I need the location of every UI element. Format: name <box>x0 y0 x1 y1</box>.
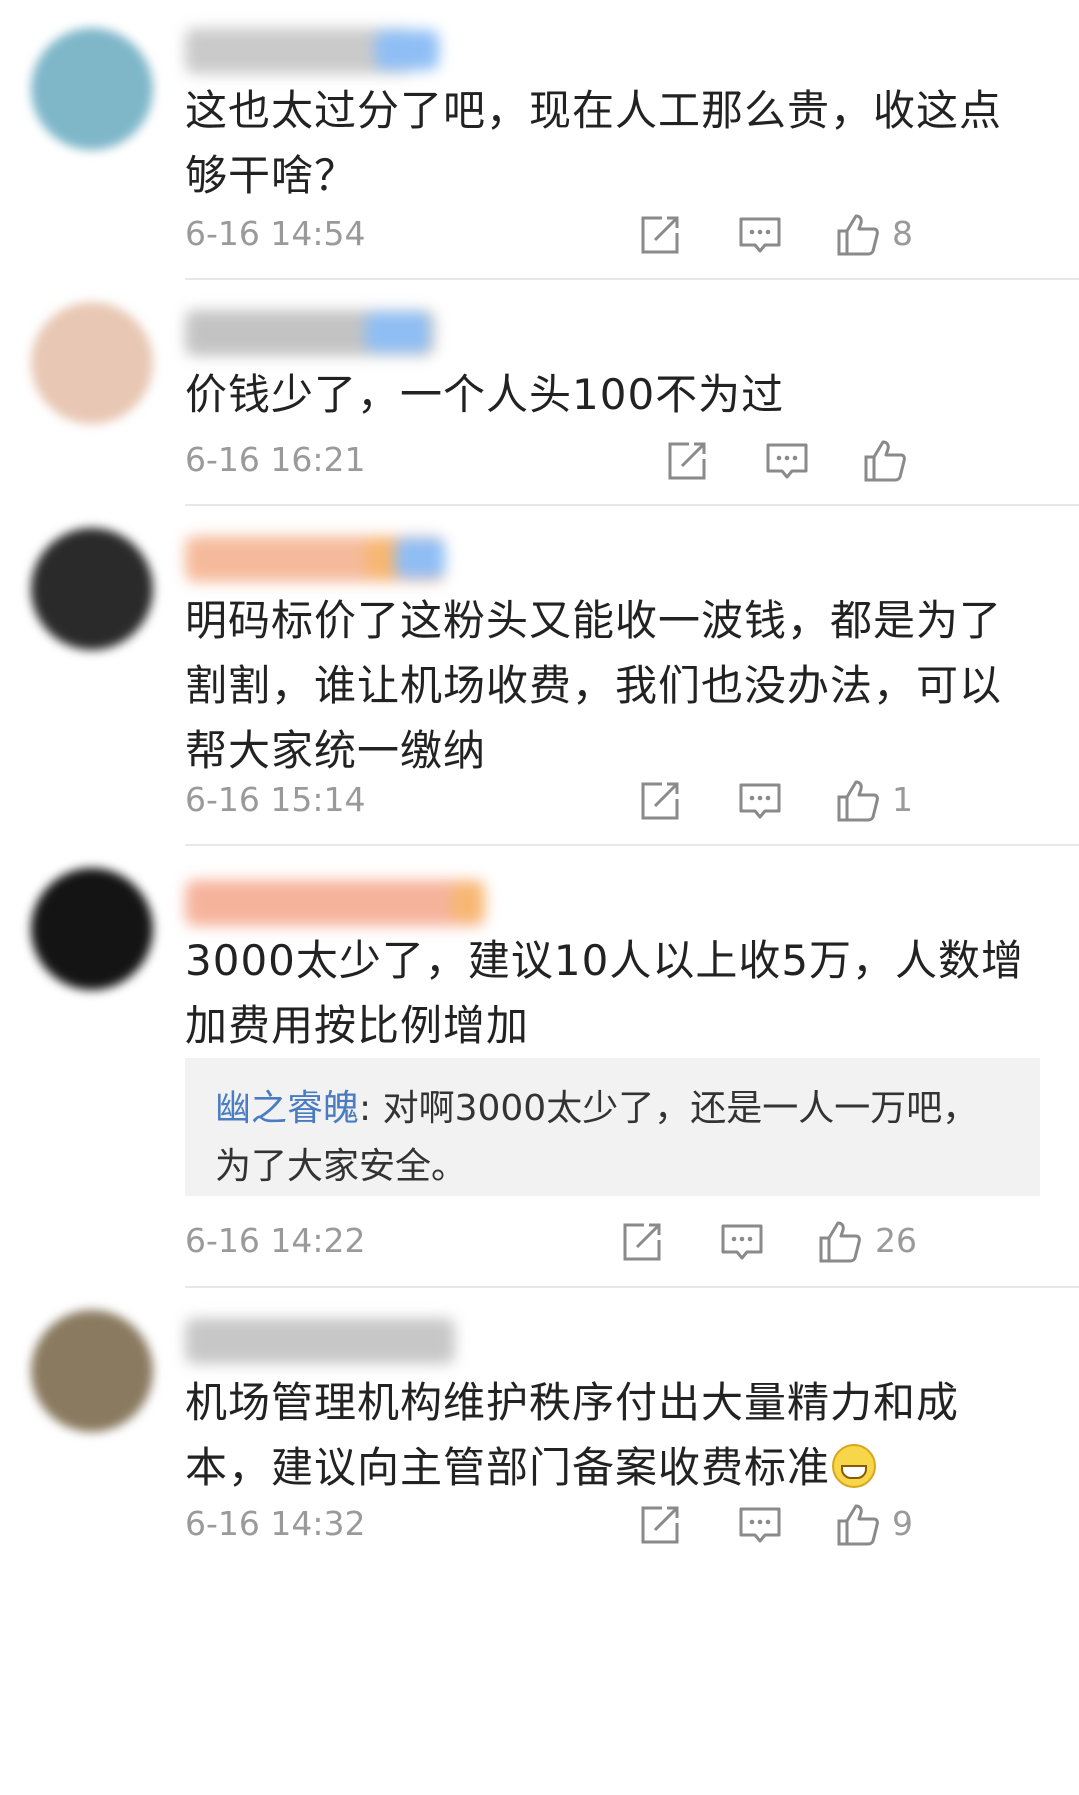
comment-actions: 6-16 16:21 <box>185 432 1040 492</box>
comment-time: 6-16 14:22 <box>185 1221 366 1260</box>
username-blurred[interactable] <box>185 536 445 582</box>
comment-time: 6-16 16:21 <box>185 440 366 479</box>
comment-icon[interactable] <box>717 1217 767 1267</box>
like-count: 1 <box>892 780 913 819</box>
comment-text: 机场管理机构维护秩序付出大量精力和成本，建议向主管部门备案收费标准 <box>185 1370 1040 1500</box>
divider <box>185 844 1079 846</box>
divider <box>185 278 1079 280</box>
username-blurred[interactable] <box>185 310 435 356</box>
username-blurred[interactable] <box>185 1318 455 1364</box>
divider <box>185 1286 1079 1288</box>
divider <box>185 504 1079 506</box>
comment-actions: 6-16 14:32 9 <box>185 1496 1040 1556</box>
reply-author[interactable]: 幽之睿魄 <box>215 1088 359 1129</box>
share-icon[interactable] <box>635 1500 685 1550</box>
comment-actions: 6-16 14:54 8 <box>185 206 1040 266</box>
comment-time: 6-16 14:32 <box>185 1504 366 1543</box>
avatar[interactable] <box>31 868 153 990</box>
vip-badge-icon <box>375 30 439 70</box>
thumbs-up-icon[interactable] <box>833 776 883 826</box>
badge-icon <box>365 538 399 578</box>
comment-text: 价钱少了，一个人头100不为过 <box>185 370 785 419</box>
comment-text: 3000太少了，建议10人以上收5万，人数增加费用按比例增加 <box>185 936 1025 1050</box>
comment-icon[interactable] <box>735 776 785 826</box>
avatar[interactable] <box>31 1310 153 1432</box>
avatar[interactable] <box>31 528 153 650</box>
username-blurred[interactable] <box>185 28 439 74</box>
like-count: 9 <box>892 1504 913 1543</box>
thumbs-up-icon[interactable] <box>833 210 883 260</box>
vip-badge-icon <box>395 538 445 578</box>
thumbs-up-icon[interactable] <box>833 1500 883 1550</box>
badge-icon <box>451 882 485 922</box>
comment-time: 6-16 14:54 <box>185 214 366 253</box>
comment-time: 6-16 15:14 <box>185 780 366 819</box>
vip-badge-icon <box>365 312 429 352</box>
share-icon[interactable] <box>635 210 685 260</box>
username-blurred[interactable] <box>185 880 485 926</box>
comment-icon[interactable] <box>762 436 812 486</box>
share-icon[interactable] <box>662 436 712 486</box>
comment-text: 这也太过分了吧，现在人工那么贵，收这点够干啥？ <box>185 86 1003 200</box>
grin-emoji-icon <box>832 1444 877 1488</box>
avatar[interactable] <box>31 28 153 150</box>
like-count: 26 <box>875 1221 917 1260</box>
comment-icon[interactable] <box>735 1500 785 1550</box>
share-icon[interactable] <box>635 776 685 826</box>
reply-preview[interactable]: 幽之睿魄: 对啊3000太少了，还是一人一万吧，为了大家安全。 <box>185 1058 1040 1196</box>
avatar[interactable] <box>31 302 153 424</box>
comment-text: 明码标价了这粉头又能收一波钱，都是为了割割，谁让机场收费，我们也没办法，可以帮大… <box>185 596 1003 775</box>
comment-actions: 6-16 15:14 1 <box>185 772 1040 832</box>
comment-actions: 6-16 14:22 26 <box>185 1213 1040 1273</box>
thumbs-up-icon[interactable] <box>815 1217 865 1267</box>
like-count: 8 <box>892 214 913 253</box>
share-icon[interactable] <box>617 1217 667 1267</box>
comment-icon[interactable] <box>735 210 785 260</box>
thumbs-up-icon[interactable] <box>860 436 910 486</box>
